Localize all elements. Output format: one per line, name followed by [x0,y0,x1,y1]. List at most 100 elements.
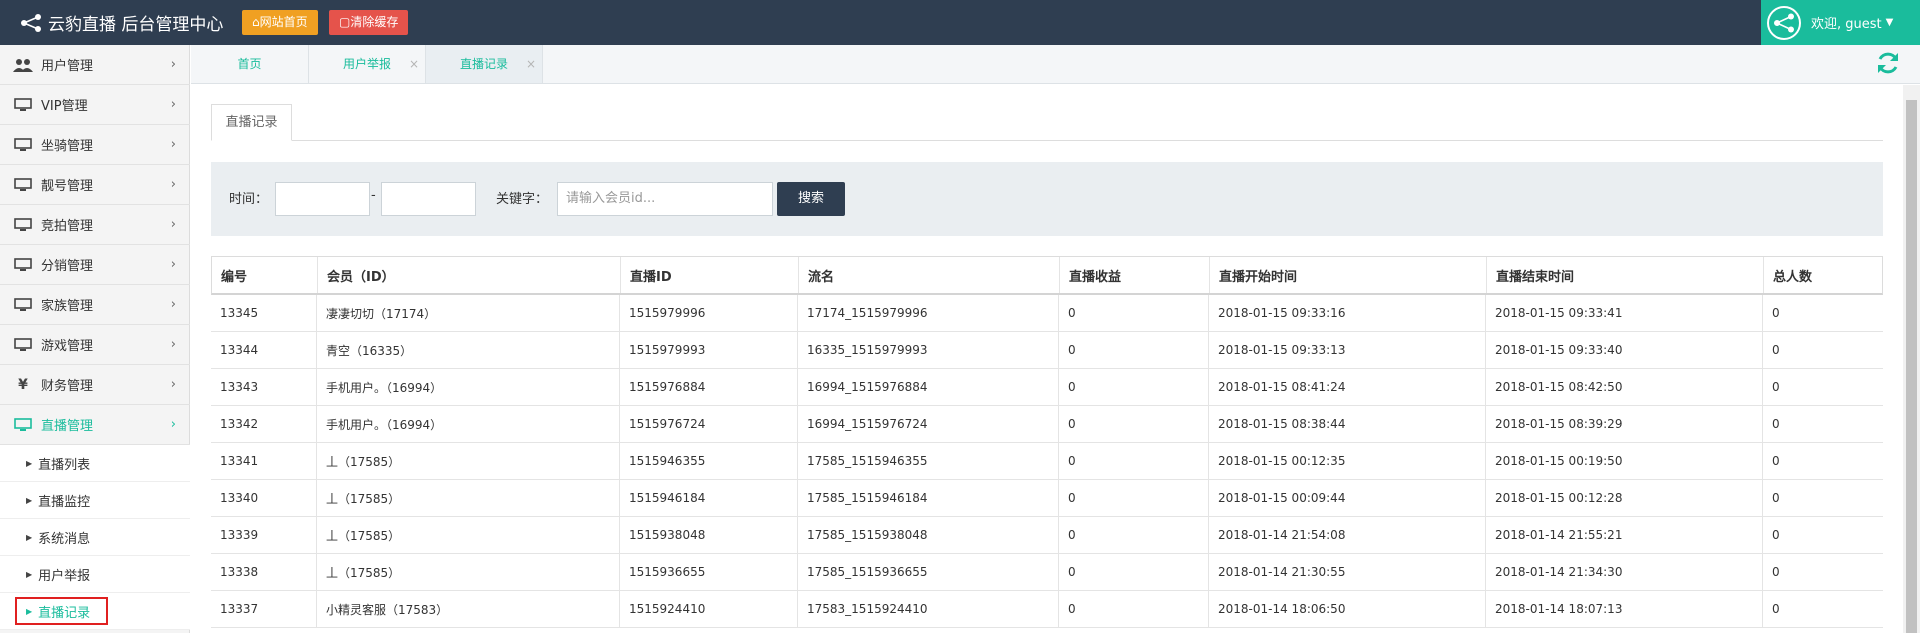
table-cell: 2018-01-15 08:42:50 [1485,369,1762,405]
start-date-input[interactable] [275,182,370,216]
caret-down-icon: ▼ [1885,17,1894,28]
tab-live-record[interactable]: 直播记录 × [426,45,543,83]
sidebar-item[interactable]: VIP管理 › [0,85,190,125]
table-cell: 丄（17585） [316,517,619,553]
table-cell: 13339 [220,528,259,542]
table-cell: 13344 [220,343,259,357]
column-header[interactable]: 编号 [212,257,317,293]
table-cell: 13345 [220,306,259,320]
sidebar-item[interactable]: 游戏管理 › [0,325,190,365]
table-cell: 1515979996 [619,295,797,331]
share-logo-icon [21,13,41,32]
column-header[interactable]: 会员（ID） [317,257,620,293]
sidebar-item[interactable]: ¥ 财务管理 › [0,365,190,405]
table-cell: 1515938048 [619,517,797,553]
table-cell: 0 [1058,554,1208,590]
tab-live-record-label: 直播记录 [459,57,508,71]
chevron-right-icon: › [170,57,176,72]
sidebar-item[interactable]: 靓号管理 › [0,165,190,205]
monitor-icon [12,177,34,192]
monitor-icon [12,337,34,352]
sidebar-item[interactable]: 直播管理 › [0,405,190,445]
scrollbar-thumb[interactable] [1906,100,1917,633]
table-cell: 2018-01-14 21:34:30 [1485,554,1762,590]
column-header[interactable]: 流名 [798,257,1059,293]
sidebar-sub-item-label: 系统消息 [38,531,91,547]
table-row: 13337 小精灵客服（17583） 1515924410 17583_1515924… [211,591,1883,628]
sidebar-item-label: 财务管理 [41,379,94,394]
table-cell: 0 [1058,295,1208,331]
end-date-input[interactable] [381,182,476,216]
welcome-text: 欢迎, guest [1811,17,1882,32]
tab-user-report[interactable]: 用户举报 × [309,45,426,83]
sidebar-item-label: 游戏管理 [41,339,94,354]
column-header[interactable]: 直播ID [620,257,798,293]
keyword-input[interactable]: 请输入会员id... [557,182,773,216]
sidebar-sub-item[interactable]: ▶ 系统消息 [0,519,190,556]
sidebar-item[interactable]: 家族管理 › [0,285,190,325]
refresh-icon[interactable] [1875,50,1901,76]
table-cell: 0 [1762,406,1883,442]
column-header[interactable]: 直播开始时间 [1209,257,1486,293]
monitor-icon [12,97,34,112]
home-button[interactable]: ⌂网站首页 [242,10,318,35]
table-cell: 0 [1762,591,1883,627]
clear-cache-button[interactable]: ▢清除缓存 [329,10,409,35]
table-cell: 0 [1058,480,1208,516]
clear-cache-label: 清除缓存 [350,15,399,29]
brand[interactable]: 云豹直播 后台管理中心 [20,0,223,45]
table-cell: 0 [1762,554,1883,590]
chevron-right-icon: › [170,417,176,432]
table-cell: 13343 [220,380,259,394]
sidebar-sub-item[interactable]: ▶ 直播监控 [0,482,190,519]
table-header: 编号 会员（ID） 直播ID 流名 直播收益 直播开始时间 直播结束时间 总人数 [211,256,1883,295]
search-button[interactable]: 搜索 [777,182,845,216]
sidebar-sub-item[interactable]: ▶ 用户举报 [0,556,190,593]
table-cell: 0 [1058,369,1208,405]
column-header[interactable]: 直播结束时间 [1486,257,1763,293]
sidebar-item-label: 直播管理 [41,419,94,434]
table-cell: 16994_1515976724 [797,406,1058,442]
caret-right-icon: ▶ [26,495,33,505]
chevron-right-icon: › [170,137,176,152]
table-cell: 2018-01-15 09:33:40 [1485,332,1762,368]
table-cell: 0 [1058,591,1208,627]
chevron-right-icon: › [170,257,176,272]
table-row: 13344 青空（16335） 1515979993 16335_1515979993… [211,332,1883,369]
sidebar-item[interactable]: 分销管理 › [0,245,190,285]
sidebar-sub-item-label: 直播监控 [38,494,91,510]
column-header[interactable]: 总人数 [1763,257,1884,293]
highlight-box [15,597,108,625]
table-cell: 2018-01-15 00:09:44 [1208,480,1485,516]
table-cell: 17585_1515938048 [797,517,1058,553]
tab-home-label: 首页 [237,57,262,71]
close-icon[interactable]: × [526,45,536,83]
yen-icon: ¥ [18,376,28,393]
column-header[interactable]: 直播收益 [1059,257,1209,293]
sidebar-sub-item[interactable]: ▶ 直播列表 [0,445,190,482]
close-icon[interactable]: × [409,45,419,83]
keyword-label: 关键字： [496,192,549,207]
table-row: 13342 手机用户。（16994） 1515976724 16994_1515976… [211,406,1883,443]
table-cell: 2018-01-15 09:33:41 [1485,295,1762,331]
table-cell: 2018-01-15 08:38:44 [1208,406,1485,442]
table-cell: 17585_1515946184 [797,480,1058,516]
sidebar-item[interactable]: 用户管理 › [0,45,190,85]
table-cell: 0 [1762,480,1883,516]
caret-right-icon: ▶ [26,458,33,468]
share-avatar-icon [1774,13,1794,32]
chevron-right-icon: › [170,297,176,312]
tab-home[interactable]: 首页 [191,45,309,83]
table-cell: 0 [1058,517,1208,553]
sidebar-sub-item-label: 用户举报 [38,568,91,584]
sidebar-item[interactable]: 坐骑管理 › [0,125,190,165]
user-menu[interactable]: 欢迎, guest ▼ [1761,0,1920,45]
chevron-right-icon: › [170,177,176,192]
table-cell: 丄（17585） [316,554,619,590]
top-bar: 云豹直播 后台管理中心 ⌂网站首页 ▢清除缓存 欢迎, guest ▼ [0,0,1920,45]
content-tab-live-record[interactable]: 直播记录 [211,104,292,141]
table-cell: 0 [1762,332,1883,368]
avatar [1767,5,1801,40]
sidebar-item[interactable]: 竞拍管理 › [0,205,190,245]
monitor-icon [12,257,34,272]
